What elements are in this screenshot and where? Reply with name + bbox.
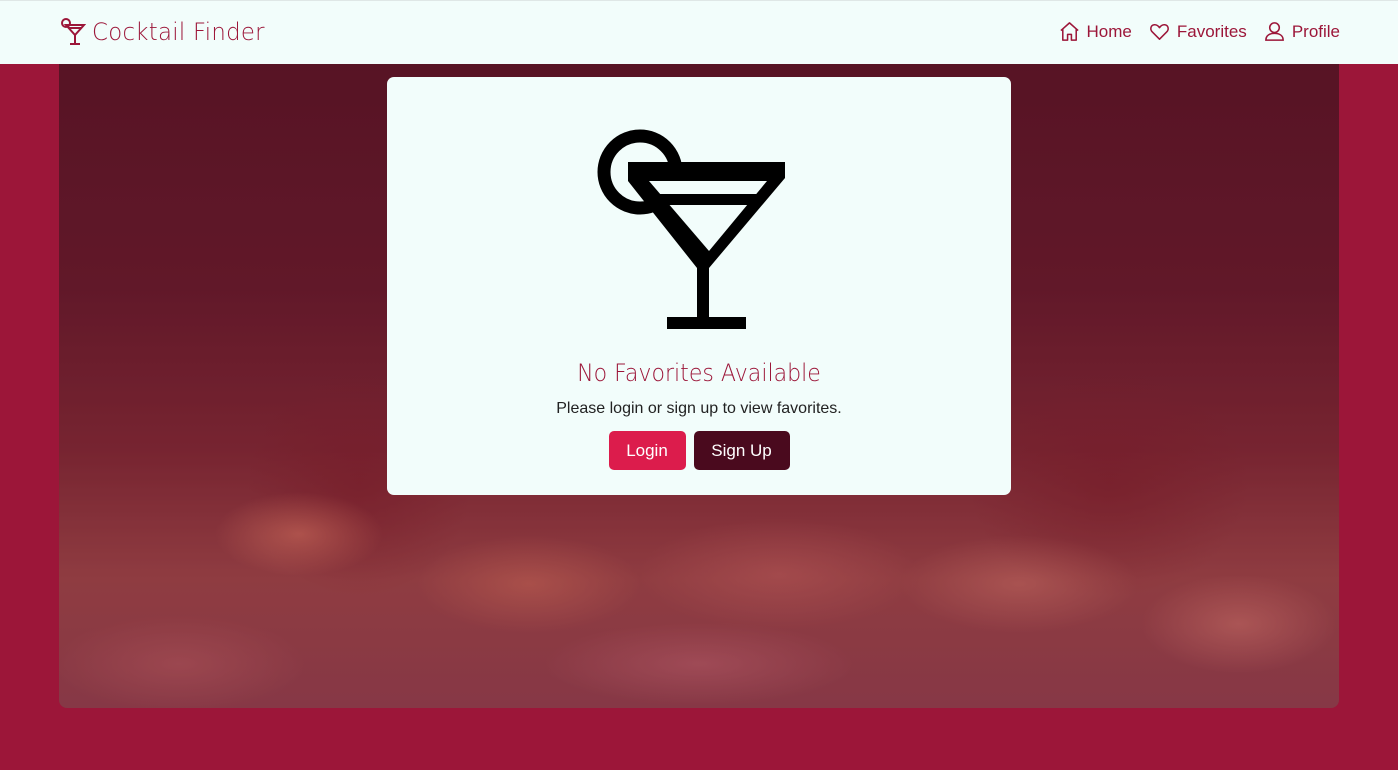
user-icon — [1264, 22, 1284, 41]
nav-home-label: Home — [1086, 21, 1132, 41]
auth-buttons: Login Sign Up — [387, 431, 1011, 470]
signup-button[interactable]: Sign Up — [693, 431, 790, 470]
navbar: Cocktail Finder Home Favorites Profile — [0, 0, 1398, 64]
heart-icon — [1149, 23, 1169, 40]
login-button[interactable]: Login — [608, 431, 686, 470]
brand-name: Cocktail Finder — [92, 18, 265, 46]
cocktail-icon — [61, 18, 86, 45]
nav-favorites[interactable]: Favorites — [1148, 20, 1247, 43]
empty-state-message: Please login or sign up to view favorite… — [556, 400, 842, 417]
nav-favorites-label: Favorites — [1176, 21, 1247, 41]
nav-links: Home Favorites Profile — [1058, 20, 1340, 43]
empty-state-title: No Favorites Available — [577, 359, 821, 387]
nav-profile[interactable]: Profile — [1263, 20, 1340, 43]
nav-home[interactable]: Home — [1058, 20, 1132, 43]
empty-favorites-card: No Favorites Available Please login or s… — [387, 77, 1011, 495]
brand-link[interactable]: Cocktail Finder — [60, 17, 274, 47]
nav-profile-label: Profile — [1291, 21, 1340, 41]
cocktail-glass-icon — [597, 129, 785, 329]
home-icon — [1059, 22, 1079, 41]
